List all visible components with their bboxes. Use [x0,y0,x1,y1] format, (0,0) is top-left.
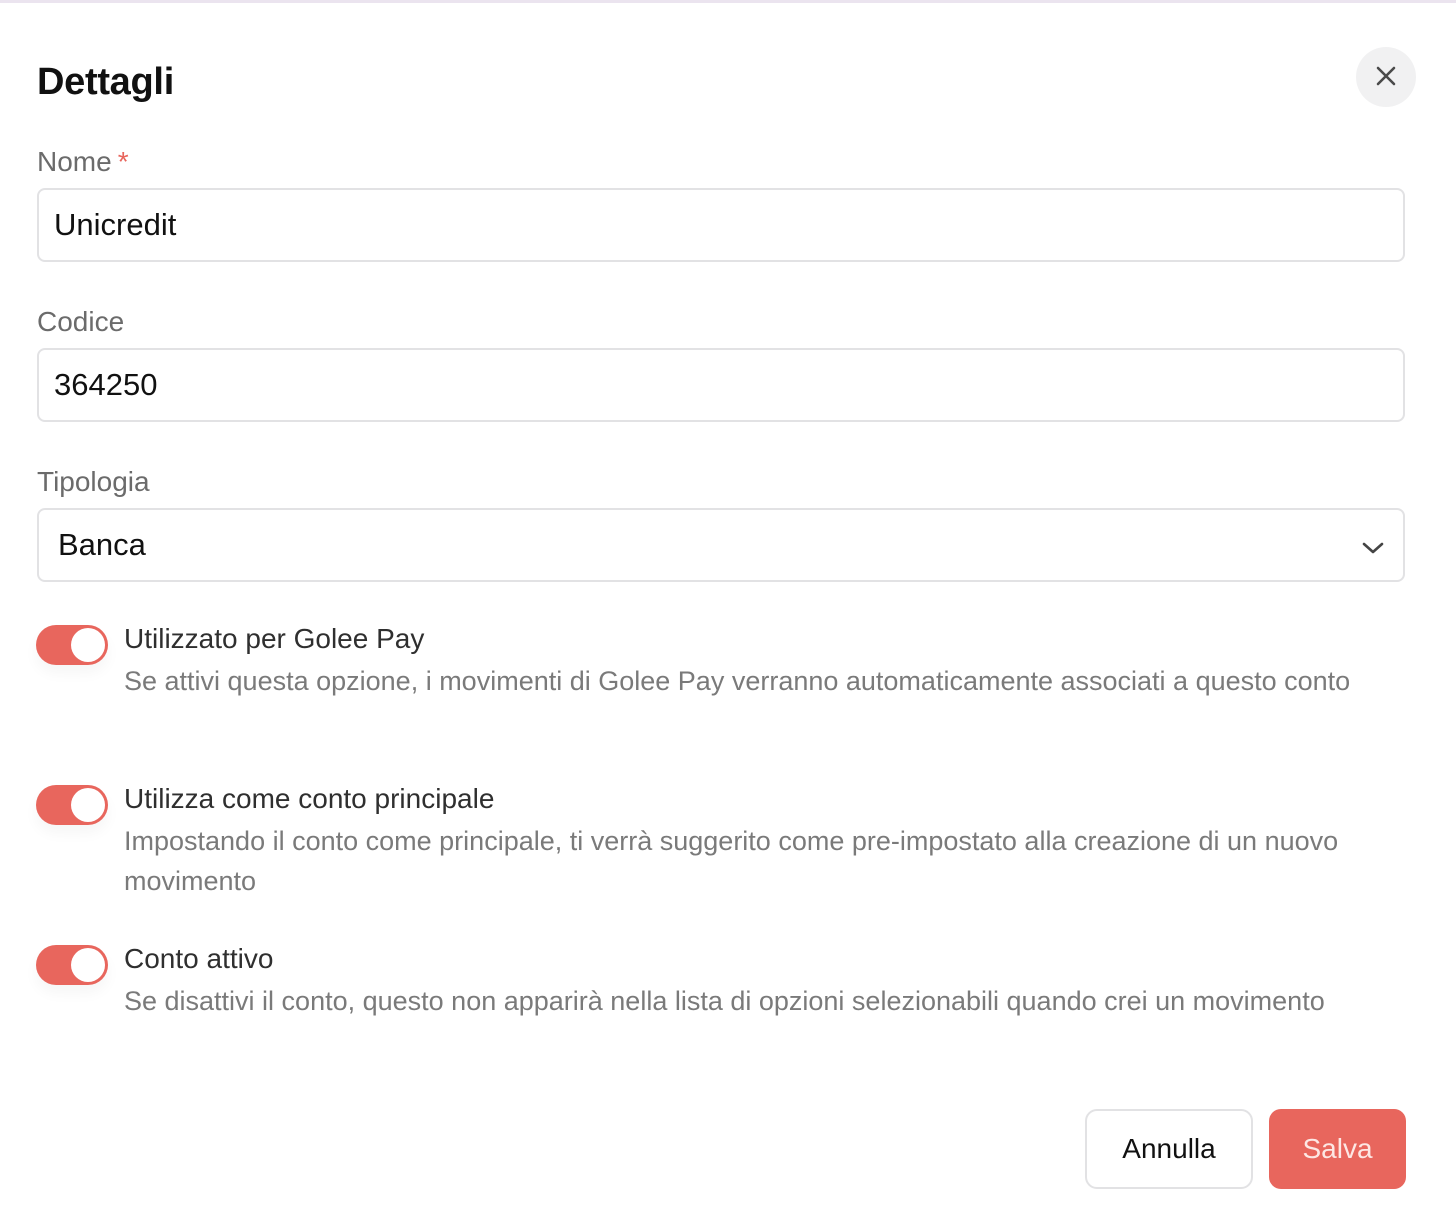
codice-value: 364250 [54,367,158,402]
tipologia-label: Tipologia [37,466,150,497]
nome-label-text: Nome [37,146,112,177]
tipologia-selected-value: Banca [58,527,146,562]
golee-pay-toggle[interactable] [36,625,108,665]
active-account-description: Se disattivi il conto, questo non appari… [124,986,1325,1016]
nome-input[interactable]: Unicredit [37,188,1405,262]
golee-pay-description: Se attivi questa opzione, i movimenti di… [124,666,1351,696]
nome-value: Unicredit [54,207,177,242]
close-button[interactable] [1356,47,1416,107]
toggle-knob [71,788,105,822]
codice-label: Codice [37,306,125,337]
tipologia-select[interactable]: Banca [37,508,1405,582]
main-account-toggle[interactable] [36,785,108,825]
save-button[interactable]: Salva [1269,1109,1406,1189]
main-account-description: Impostando il conto come principale, ti … [124,826,1339,896]
toggle-knob [71,948,105,982]
cancel-button[interactable]: Annulla [1085,1109,1253,1189]
close-icon [1375,65,1397,90]
required-mark: * [117,146,129,177]
details-dialog: Dettagli Nome * Unicredit Codice 364250 T… [0,0,1456,1232]
active-account-toggle[interactable] [36,945,108,985]
codice-input[interactable]: 364250 [37,348,1405,422]
main-account-title: Utilizza come conto principale [124,783,495,814]
chevron-down-icon [1361,527,1385,563]
dialog-title: Dettagli [37,61,174,103]
golee-pay-title: Utilizzato per Golee Pay [124,623,425,654]
toggle-knob [71,628,105,662]
nome-label: Nome * [37,146,129,178]
active-account-title: Conto attivo [124,943,274,974]
